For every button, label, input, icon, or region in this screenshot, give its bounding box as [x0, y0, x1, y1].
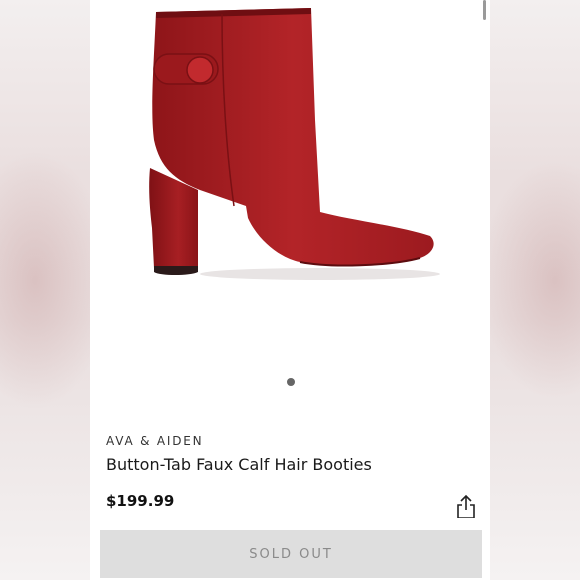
background-blur-right	[480, 0, 580, 580]
scroll-indicator[interactable]	[483, 0, 486, 20]
share-button[interactable]	[454, 494, 478, 520]
carousel-dot-active[interactable]	[287, 378, 295, 386]
tab-button	[186, 56, 214, 84]
sold-out-button[interactable]: SOLD OUT	[100, 530, 482, 578]
floor-shadow	[200, 268, 440, 280]
product-title: Button-Tab Faux Calf Hair Booties	[106, 455, 372, 474]
heel-tip	[154, 266, 198, 275]
product-image[interactable]	[130, 0, 450, 300]
product-price: $199.99	[106, 492, 175, 510]
background-blur-left	[0, 0, 110, 580]
share-icon	[457, 494, 475, 519]
product-screen: AVA & AIDEN Button-Tab Faux Calf Hair Bo…	[90, 0, 490, 580]
brand-name[interactable]: AVA & AIDEN	[106, 434, 203, 448]
